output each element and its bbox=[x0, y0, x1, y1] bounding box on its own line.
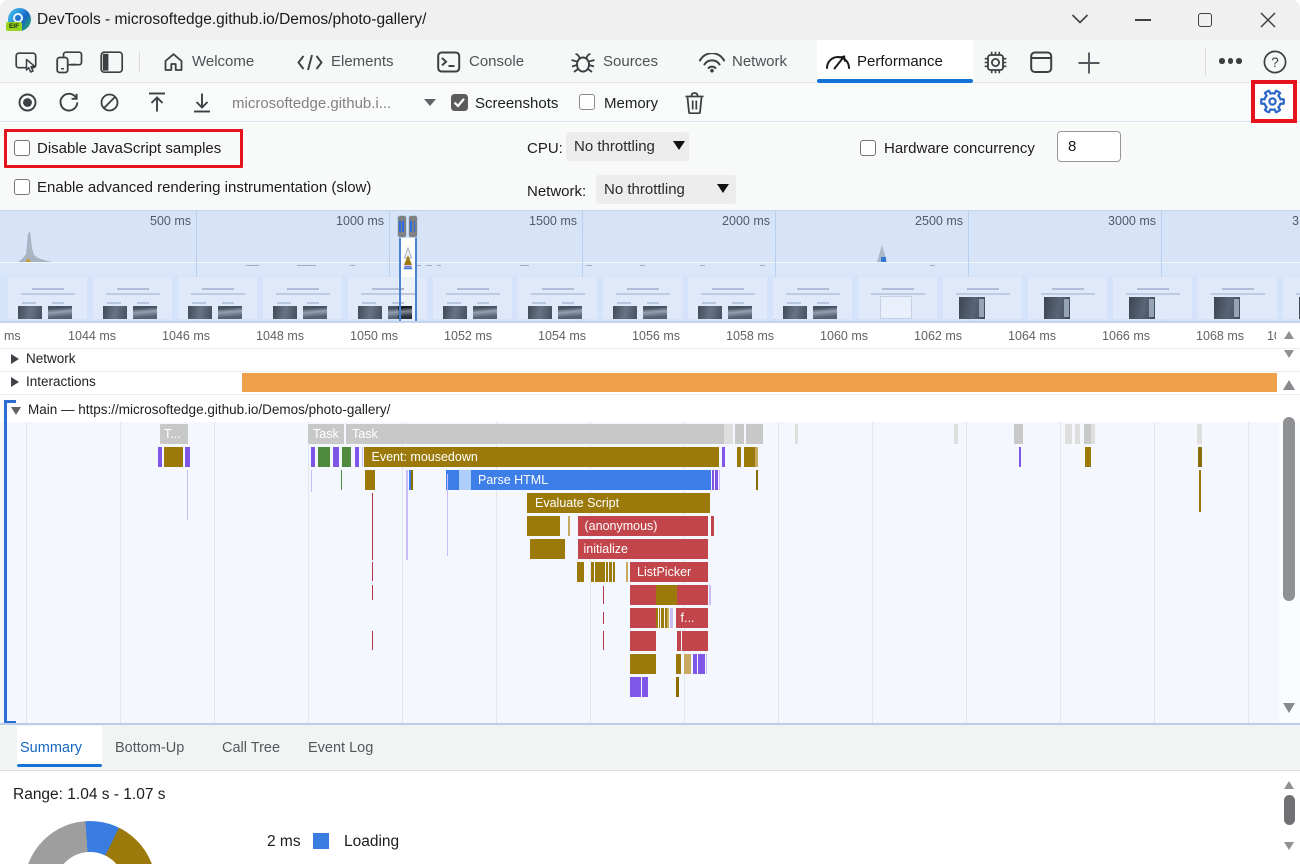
svg-text:?: ? bbox=[1271, 55, 1279, 70]
